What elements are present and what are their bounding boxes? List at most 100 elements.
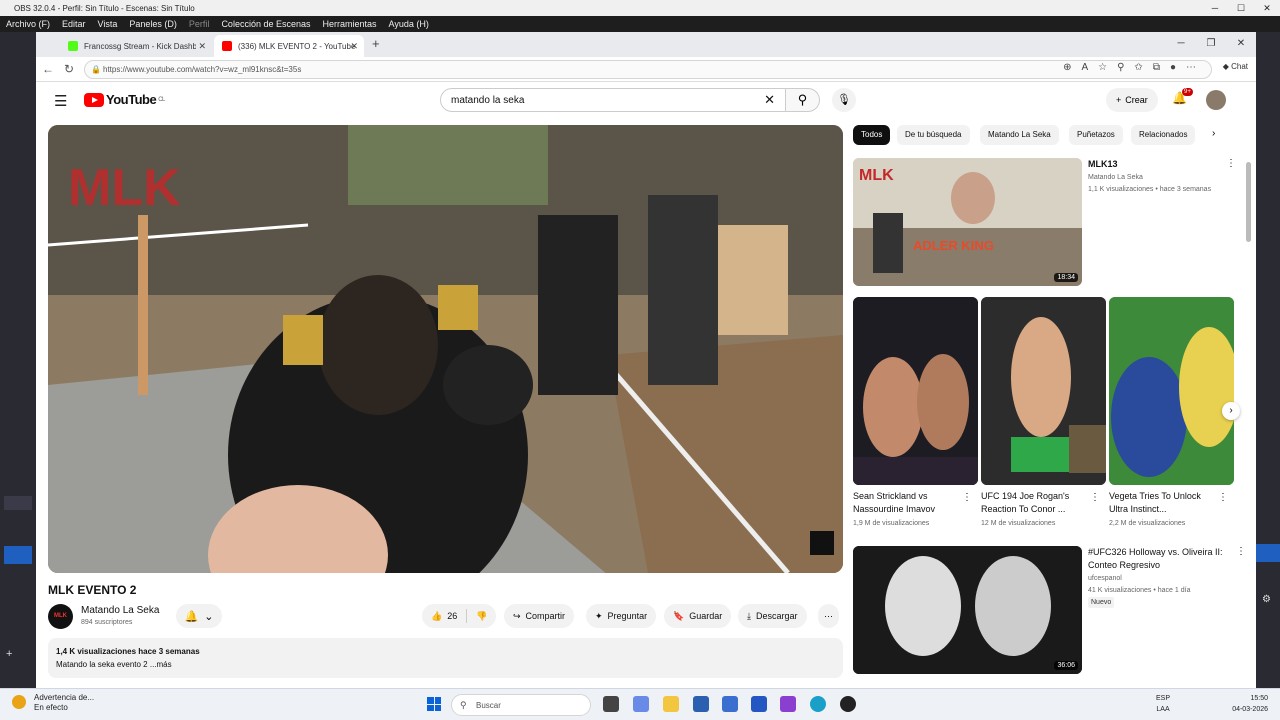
menu-archivo[interactable]: Archivo (F) xyxy=(0,19,56,29)
edge-icon[interactable] xyxy=(810,696,826,712)
voice-search-button[interactable]: 🎙 xyxy=(832,88,856,112)
more-vert-icon[interactable]: ⋮ xyxy=(1236,546,1246,557)
short-title[interactable]: Sean Strickland vs Nassourdine Imavov xyxy=(853,490,965,516)
rec-channel[interactable]: ufcespanol xyxy=(1088,573,1122,584)
video-player[interactable]: MLK xyxy=(48,125,843,573)
menu-coleccion[interactable]: Colección de Escenas xyxy=(215,19,316,29)
short-title[interactable]: Vegeta Tries To Unlock Ultra Instinct... xyxy=(1109,490,1221,516)
menu-icon[interactable]: ☰ xyxy=(54,92,67,110)
favorites-bar-icon[interactable]: ✩ xyxy=(1134,62,1142,73)
close-icon[interactable]: ✕ xyxy=(1226,32,1256,56)
menu-ayuda[interactable]: Ayuda (H) xyxy=(383,19,435,29)
clear-search-icon[interactable]: ✕ xyxy=(764,92,775,108)
chevron-right-icon[interactable]: › xyxy=(1212,128,1215,139)
menu-paneles[interactable]: Paneles (D) xyxy=(123,19,183,29)
page-scrollbar[interactable] xyxy=(1246,162,1251,242)
search-input[interactable]: matando la seka ✕ xyxy=(440,88,786,112)
tab-youtube[interactable]: (336) MLK EVENTO 2 - YouTube ✕ xyxy=(214,35,364,57)
extensions-icon[interactable]: ⚲ xyxy=(1117,62,1124,73)
video-watermark: MLK xyxy=(68,159,181,217)
search-button[interactable]: ⚲ xyxy=(786,88,820,112)
add-icon[interactable]: + xyxy=(6,648,12,660)
language-indicator[interactable]: ESP LAA xyxy=(1156,693,1170,715)
close-icon[interactable]: ✕ xyxy=(1254,0,1280,16)
short-thumbnail[interactable] xyxy=(1109,297,1234,485)
gear-icon[interactable]: ⚙ xyxy=(1262,594,1271,605)
short-thumbnail[interactable] xyxy=(853,297,978,485)
rec-thumbnail[interactable]: MLK ADLER KING 18:34 xyxy=(853,158,1082,286)
translate-icon[interactable]: ⊕ xyxy=(1063,62,1071,73)
weather-widget[interactable]: Advertencia de... En efecto xyxy=(12,693,94,713)
download-button[interactable]: ⤓ Descargar xyxy=(738,604,807,628)
save-button[interactable]: 🔖 Guardar xyxy=(664,604,732,628)
description-text: Matando la seka evento 2 ...más xyxy=(56,660,172,669)
refresh-icon[interactable]: ↻ xyxy=(64,62,74,76)
chip-de-tu-busqueda[interactable]: De tu búsqueda xyxy=(897,125,970,145)
more-actions-button[interactable]: ⋯ xyxy=(818,604,839,628)
profile-icon[interactable]: ● xyxy=(1170,62,1176,73)
rec-title[interactable]: MLK13 xyxy=(1088,158,1228,171)
back-icon[interactable]: ← xyxy=(42,62,54,76)
obs-source-item[interactable] xyxy=(1256,544,1280,562)
obs-scene-item[interactable] xyxy=(4,546,32,564)
channel-avatar[interactable]: MLK xyxy=(48,604,73,629)
ask-button[interactable]: ✦ Preguntar xyxy=(586,604,657,628)
short-title[interactable]: UFC 194 Joe Rogan's Reaction To Conor ..… xyxy=(981,490,1093,516)
more-icon[interactable]: ⋯ xyxy=(1186,62,1196,73)
rec-channel[interactable]: Matando La Seka xyxy=(1088,172,1228,183)
video-title: MLK EVENTO 2 xyxy=(48,583,137,597)
restore-icon[interactable]: ❐ xyxy=(1196,32,1226,56)
menu-editar[interactable]: Editar xyxy=(56,19,92,29)
store-icon[interactable] xyxy=(693,696,709,712)
more-vert-icon[interactable]: ⋮ xyxy=(962,492,972,503)
tab-label: (336) MLK EVENTO 2 - YouTube xyxy=(238,41,356,51)
create-button[interactable]: + Crear xyxy=(1106,88,1158,112)
more-vert-icon[interactable]: ⋮ xyxy=(1226,158,1236,169)
copilot-button[interactable]: ◆ Chat xyxy=(1223,62,1248,71)
minimize-icon[interactable]: ─ xyxy=(1202,0,1228,16)
minimize-icon[interactable]: ─ xyxy=(1166,32,1196,56)
maximize-icon[interactable]: ☐ xyxy=(1228,0,1254,16)
clock[interactable]: 15:50 04-03-2026 xyxy=(1232,693,1268,715)
chevron-right-icon[interactable]: › xyxy=(1222,402,1240,420)
rec-thumbnail[interactable]: 36:06 xyxy=(853,546,1082,674)
plus-icon: + xyxy=(1116,95,1122,105)
short-thumbnail[interactable] xyxy=(981,297,1106,485)
chip-relacionados[interactable]: Relacionados xyxy=(1131,125,1196,145)
collections-icon[interactable]: ⧉ xyxy=(1153,62,1160,73)
thumbs-down-icon[interactable]: 👎 xyxy=(476,611,487,622)
divider xyxy=(466,609,468,623)
file-explorer-icon[interactable] xyxy=(663,696,679,712)
description-box[interactable]: 1,4 K visualizaciones hace 3 semanas Mat… xyxy=(48,638,843,678)
tab-kick[interactable]: Francossg Stream - Kick Dashboard ✕ xyxy=(60,35,212,57)
url-field[interactable]: 🔒 https://www.youtube.com/watch?v=wz_ml9… xyxy=(84,60,1212,79)
chip-matando-la-seka[interactable]: Matando La Seka xyxy=(980,125,1059,145)
subscription-bell-button[interactable]: 🔔 ⌄ xyxy=(176,604,222,628)
menu-vista[interactable]: Vista xyxy=(92,19,124,29)
favorite-icon[interactable]: ☆ xyxy=(1098,62,1107,73)
close-tab-icon[interactable]: ✕ xyxy=(350,41,358,52)
menu-perfil[interactable]: Perfil xyxy=(183,19,216,29)
chip-todos[interactable]: Todos xyxy=(853,125,891,145)
share-button[interactable]: ↪ Compartir xyxy=(504,604,575,628)
obs-icon[interactable] xyxy=(840,696,856,712)
more-vert-icon[interactable]: ⋮ xyxy=(1090,492,1100,503)
account-avatar[interactable] xyxy=(1206,90,1226,110)
visual-studio-icon[interactable] xyxy=(751,696,767,712)
rec-title[interactable]: #UFC326 Holloway vs. Oliveira II: Conteo… xyxy=(1088,546,1238,572)
reader-icon[interactable]: A xyxy=(1081,62,1088,73)
chip-punetazos[interactable]: Puñetazos xyxy=(1069,125,1123,145)
menu-herramientas[interactable]: Herramientas xyxy=(317,19,383,29)
new-tab-icon[interactable]: + xyxy=(372,36,380,51)
taskbar-search[interactable]: ⚲ Buscar xyxy=(451,694,591,716)
outlook-icon[interactable] xyxy=(722,696,738,712)
copilot-icon[interactable] xyxy=(633,696,649,712)
like-button[interactable]: 👍 26 👎 xyxy=(422,604,497,628)
channel-name[interactable]: Matando La Seka xyxy=(81,605,159,616)
app-icon[interactable] xyxy=(780,696,796,712)
close-tab-icon[interactable]: ✕ xyxy=(198,41,206,52)
task-view-icon[interactable] xyxy=(603,696,619,712)
start-button[interactable] xyxy=(427,697,441,711)
youtube-logo[interactable]: YouTube CL xyxy=(84,92,165,107)
more-vert-icon[interactable]: ⋮ xyxy=(1218,492,1228,503)
